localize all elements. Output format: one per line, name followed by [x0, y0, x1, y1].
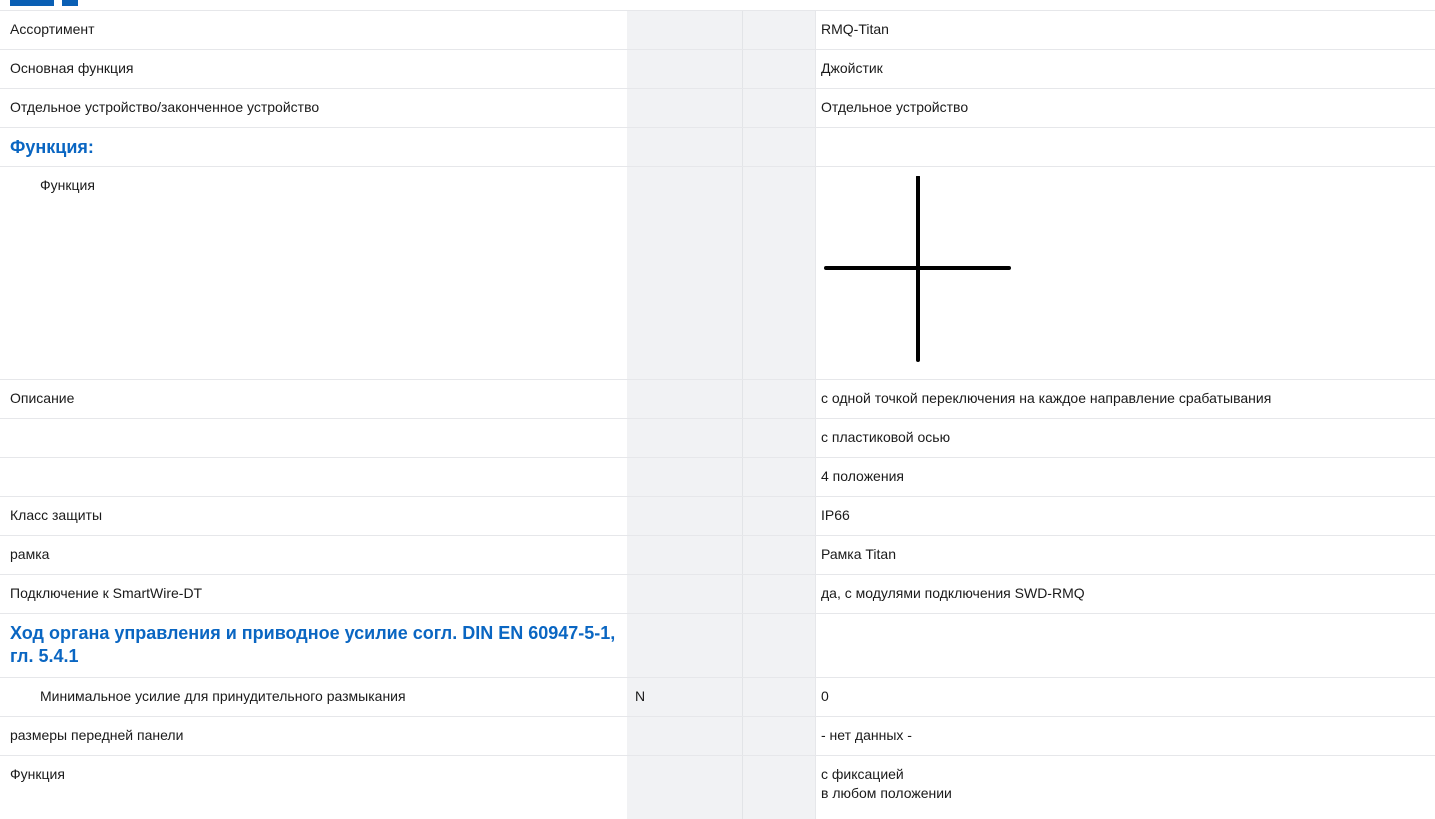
row-label: Класс защиты	[0, 496, 627, 536]
section-heading: Ход органа управления и приводное усилие…	[0, 613, 627, 678]
table-row: 4 положения	[0, 457, 1435, 497]
row-label: Описание	[0, 379, 627, 419]
row-value-line: с фиксацией	[821, 766, 904, 782]
heading-fragment-mark	[10, 0, 54, 6]
row-label	[0, 418, 627, 458]
section-heading: Функция:	[0, 127, 627, 167]
heading-fragment-mark	[62, 0, 78, 6]
table-row: рамка Рамка Titan	[0, 535, 1435, 575]
spec-sheet: Ассортимент RMQ-Titan Основная функция Д…	[0, 10, 1435, 811]
row-unit	[627, 457, 742, 497]
table-row: Описание с одной точкой переключения на …	[0, 379, 1435, 419]
row-label: Ассортимент	[0, 10, 627, 50]
row-value: - нет данных -	[815, 716, 1435, 756]
row-label: Функция	[0, 755, 627, 811]
section-heading-row: Ход органа управления и приводное усилие…	[0, 613, 1435, 678]
row-unit	[627, 496, 742, 536]
row-unit	[627, 755, 742, 811]
row-value: 4 положения	[815, 457, 1435, 497]
row-unit	[627, 574, 742, 614]
table-row: Основная функция Джойстик	[0, 49, 1435, 89]
row-label: размеры передней панели	[0, 716, 627, 756]
row-unit	[627, 49, 742, 89]
spec-table: Ассортимент RMQ-Titan Основная функция Д…	[0, 10, 1435, 811]
row-unit	[627, 166, 742, 380]
row-label: Минимальное усилие для принудительного р…	[0, 677, 627, 717]
table-row: Функция	[0, 166, 1435, 380]
row-value-line: в любом положении	[821, 785, 952, 801]
row-value: 0	[815, 677, 1435, 717]
table-row: Минимальное усилие для принудительного р…	[0, 677, 1435, 717]
row-label: Функция	[0, 166, 627, 380]
row-value: Отдельное устройство	[815, 88, 1435, 128]
row-unit	[627, 88, 742, 128]
table-row: Класс защиты IP66	[0, 496, 1435, 536]
row-label	[0, 457, 627, 497]
table-row: Функция с фиксацией в любом положении	[0, 755, 1435, 811]
row-unit	[627, 535, 742, 575]
row-value: с пластиковой осью	[815, 418, 1435, 458]
table-row: Отдельное устройство/законченное устройс…	[0, 88, 1435, 128]
row-value	[815, 166, 1435, 380]
table-row: Ассортимент RMQ-Titan	[0, 10, 1435, 50]
row-unit	[627, 716, 742, 756]
row-value: с фиксацией в любом положении	[815, 755, 1435, 811]
row-value: Джойстик	[815, 49, 1435, 89]
row-label: рамка	[0, 535, 627, 575]
table-row: Подключение к SmartWire-DT да, с модулям…	[0, 574, 1435, 614]
row-value: с одной точкой переключения на каждое на…	[815, 379, 1435, 419]
table-row: размеры передней панели - нет данных -	[0, 716, 1435, 756]
row-unit	[627, 379, 742, 419]
row-value: RMQ-Titan	[815, 10, 1435, 50]
row-label: Основная функция	[0, 49, 627, 89]
table-row: с пластиковой осью	[0, 418, 1435, 458]
row-value: Рамка Titan	[815, 535, 1435, 575]
row-label: Подключение к SmartWire-DT	[0, 574, 627, 614]
section-heading-row: Функция:	[0, 127, 1435, 167]
row-value: да, с модулями подключения SWD-RMQ	[815, 574, 1435, 614]
row-value: IP66	[815, 496, 1435, 536]
row-unit: N	[627, 677, 742, 717]
row-unit	[627, 10, 742, 50]
top-heading-fragment	[0, 0, 1435, 10]
row-label: Отдельное устройство/законченное устройс…	[0, 88, 627, 128]
row-unit	[627, 418, 742, 458]
joystick-cross-icon	[821, 176, 1041, 376]
